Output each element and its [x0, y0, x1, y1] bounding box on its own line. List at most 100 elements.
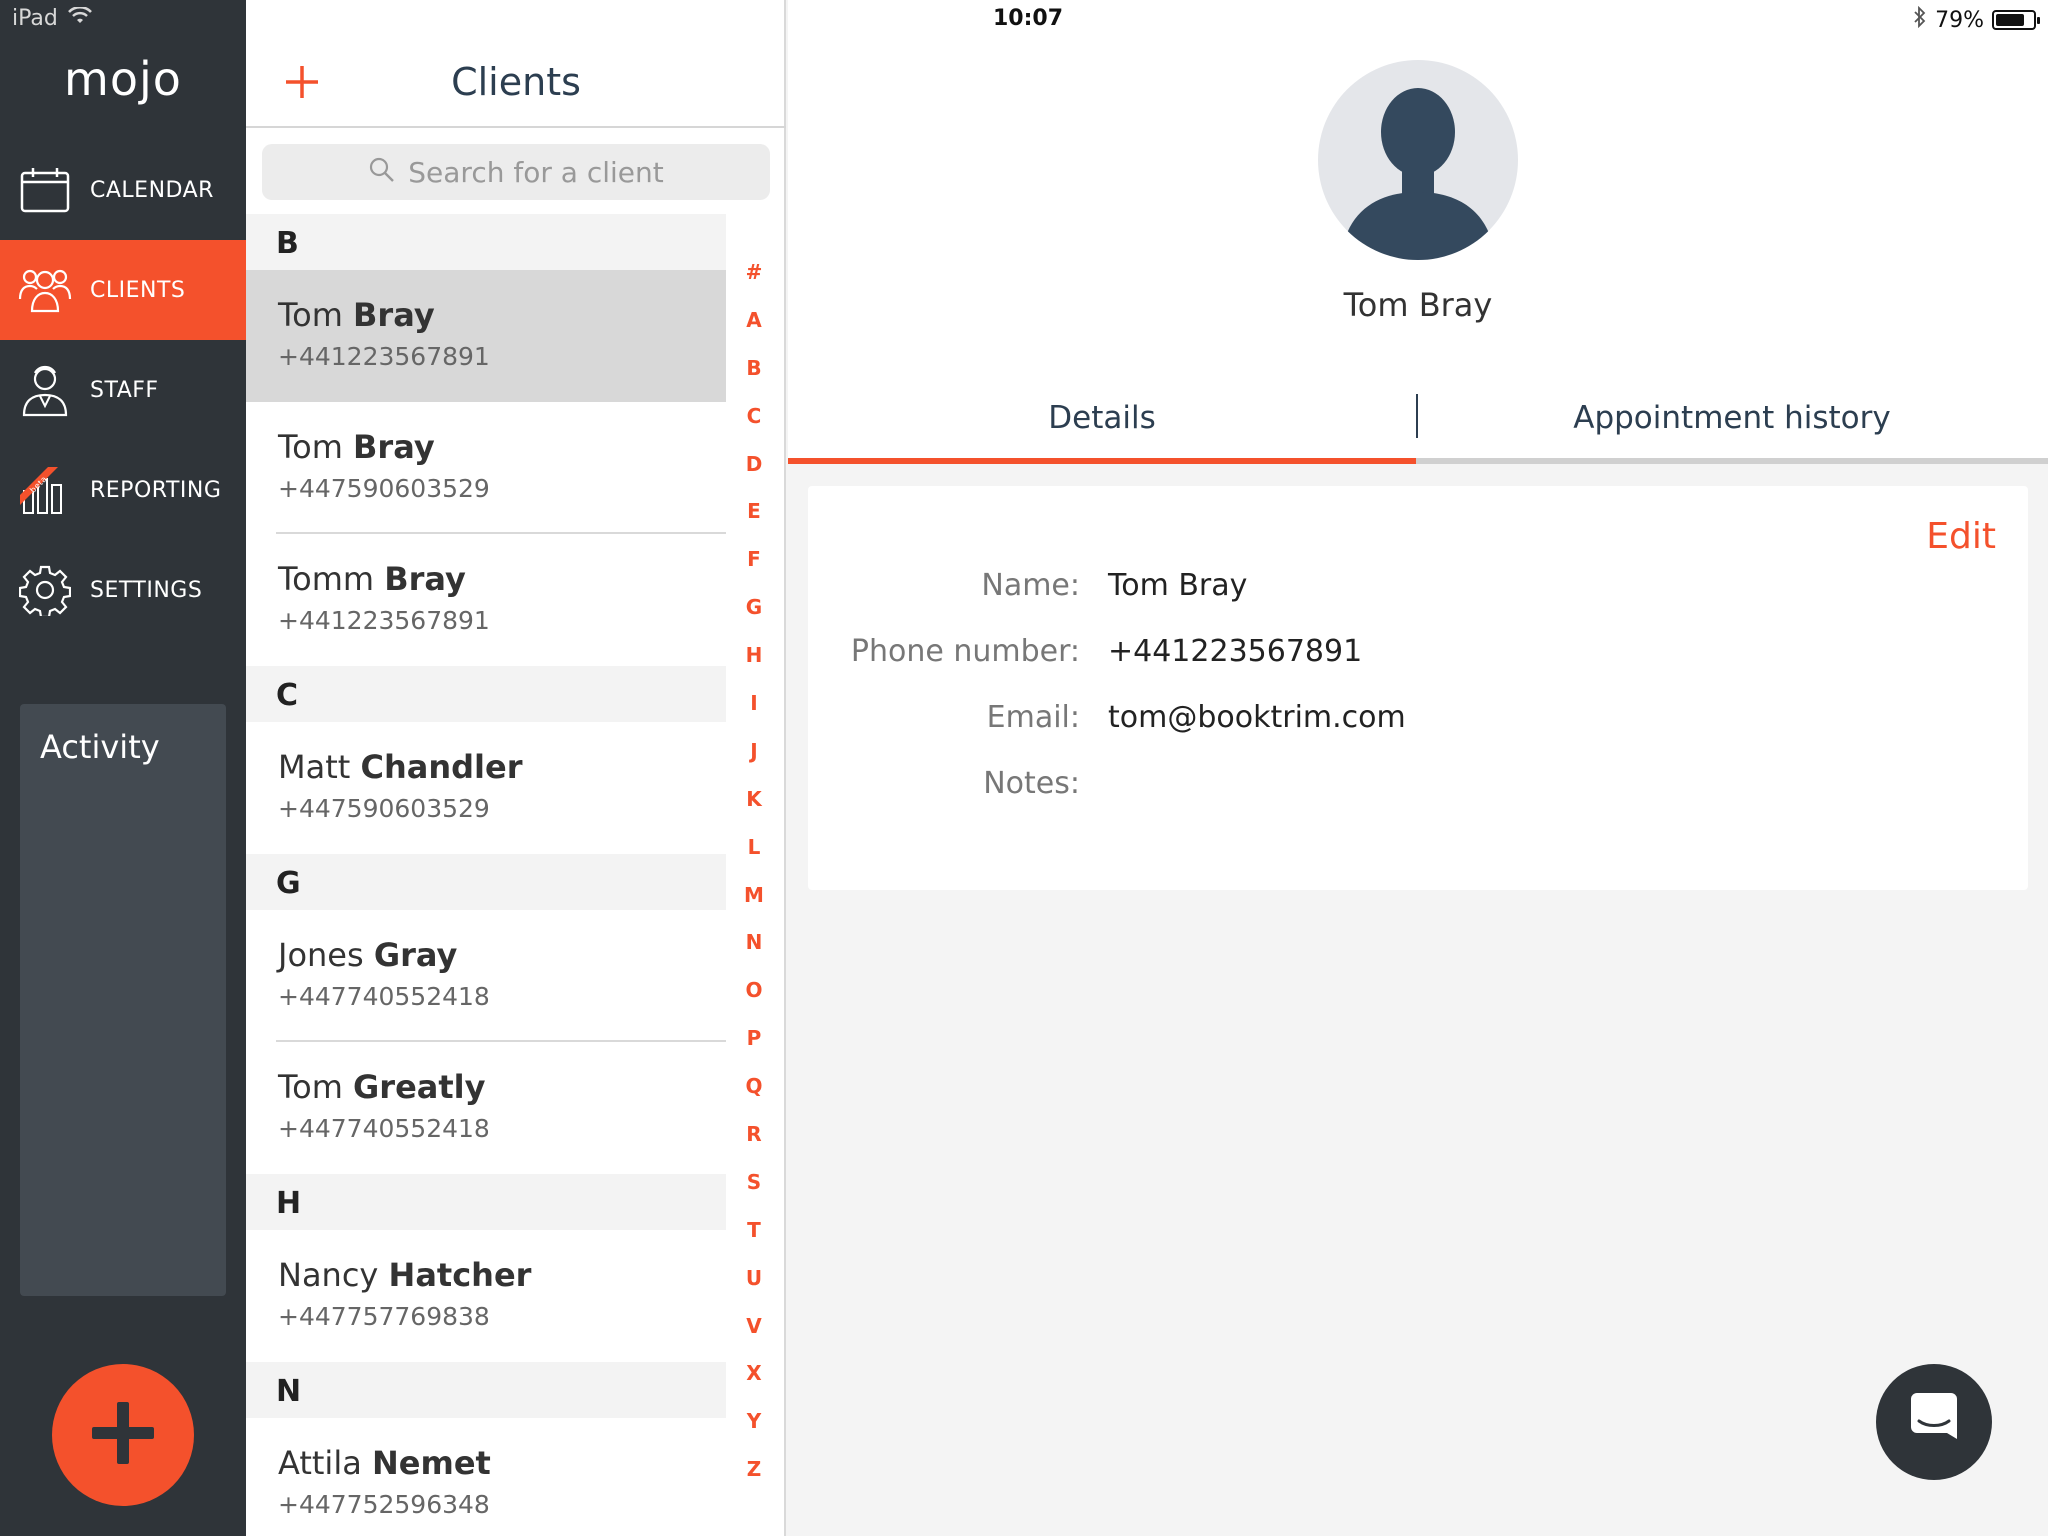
sidebar-item-label: STAFF	[90, 377, 159, 403]
activity-panel: Activity	[20, 704, 226, 1296]
battery-level	[1996, 14, 2025, 26]
alphabet-index-letter[interactable]: U	[742, 1266, 766, 1314]
detail-header: Tom Bray Details Appointment history	[788, 0, 2048, 464]
alphabet-index-letter[interactable]: G	[742, 595, 766, 643]
list-item[interactable]: Tom Bray +447590603529	[246, 402, 726, 534]
section-header: G	[246, 854, 726, 910]
calendar-icon	[18, 163, 72, 217]
chat-icon	[1905, 1391, 1963, 1453]
client-phone: +441223567891	[278, 606, 490, 635]
client-last-name: Bray	[353, 428, 435, 466]
sidebar-item-reporting[interactable]: beta REPORTING	[0, 440, 246, 540]
alphabet-index-letter[interactable]: L	[742, 835, 766, 883]
client-phone: +447590603529	[278, 474, 490, 503]
sidebar-item-settings[interactable]: SETTINGS	[0, 540, 246, 640]
section-header: B	[246, 214, 726, 270]
list-item[interactable]: Jones Gray +447740552418	[246, 910, 726, 1042]
alphabet-index-letter[interactable]: #	[742, 260, 766, 308]
client-last-name: Chandler	[360, 748, 523, 786]
alphabet-index-letter[interactable]: Z	[742, 1457, 766, 1505]
alphabet-index-letter[interactable]: D	[742, 452, 766, 500]
client-first-name: Tom	[278, 296, 343, 334]
chat-button[interactable]	[1876, 1364, 1992, 1480]
list-item[interactable]: Attila Nemet +447752596348	[246, 1418, 726, 1536]
alphabet-index-letter[interactable]: X	[742, 1361, 766, 1409]
list-item[interactable]: Tom Bray +441223567891	[246, 270, 726, 402]
client-list-panel: Clients Search for a client B Tom Bray +…	[246, 0, 786, 1536]
alphabet-index-letter[interactable]: Y	[742, 1409, 766, 1457]
alphabet-index-letter[interactable]: C	[742, 404, 766, 452]
battery-percent: 79%	[1935, 7, 1984, 33]
alphabet-index-letter[interactable]: B	[742, 356, 766, 404]
name-label: Name:	[981, 568, 1080, 603]
gear-icon	[18, 563, 72, 617]
alphabet-index[interactable]: # A B C D E F G H I J K L M N O P Q R S T U V X Y Z	[742, 260, 766, 1505]
alphabet-index-letter[interactable]: O	[742, 978, 766, 1026]
client-phone: +447740552418	[278, 982, 490, 1011]
client-first-name: Tom	[278, 428, 343, 466]
list-header: Clients	[246, 40, 786, 128]
notes-label: Notes:	[983, 766, 1080, 801]
sidebar-item-calendar[interactable]: CALENDAR	[0, 140, 246, 240]
alphabet-index-letter[interactable]: F	[742, 547, 766, 595]
list-item[interactable]: Tomm Bray +441223567891	[246, 534, 726, 666]
tab-details[interactable]: Details	[788, 390, 1416, 464]
sidebar-item-label: CALENDAR	[90, 177, 214, 203]
alphabet-index-letter[interactable]: H	[742, 643, 766, 691]
activity-title: Activity	[40, 728, 160, 766]
battery-icon	[1992, 10, 2040, 30]
name-value: Tom Bray	[1108, 568, 1248, 603]
alphabet-index-letter[interactable]: P	[742, 1026, 766, 1074]
client-phone: +441223567891	[278, 342, 490, 371]
client-phone: +447590603529	[278, 794, 490, 823]
client-last-name: Greatly	[353, 1068, 486, 1106]
app-logo: mojo	[64, 52, 182, 106]
section-header: C	[246, 666, 726, 722]
sidebar-item-clients[interactable]: CLIENTS	[0, 240, 246, 340]
alphabet-index-letter[interactable]: V	[742, 1314, 766, 1362]
alphabet-index-letter[interactable]: Q	[742, 1074, 766, 1122]
client-first-name: Matt	[278, 748, 351, 786]
tab-underline	[1416, 458, 2048, 464]
alphabet-index-letter[interactable]: A	[742, 308, 766, 356]
details-card: Edit Name: Tom Bray Phone number: +44122…	[808, 486, 2028, 890]
sidebar-item-label: REPORTING	[90, 477, 222, 503]
client-phone: +447757769838	[278, 1302, 490, 1331]
sidebar: mojo CALENDAR CLIENTS STAFF beta REPORTI…	[0, 0, 246, 1536]
status-time: 10:07	[992, 6, 1064, 31]
alphabet-index-letter[interactable]: N	[742, 930, 766, 978]
client-last-name: Bray	[353, 296, 435, 334]
edit-button[interactable]: Edit	[1926, 516, 1996, 557]
search-placeholder: Search for a client	[408, 155, 664, 189]
clients-icon	[18, 263, 72, 317]
client-last-name: Bray	[384, 560, 466, 598]
list-item[interactable]: Nancy Hatcher +447757769838	[246, 1230, 726, 1362]
email-label: Email:	[986, 700, 1080, 735]
alphabet-index-letter[interactable]: T	[742, 1218, 766, 1266]
sidebar-item-label: CLIENTS	[90, 277, 186, 303]
add-button[interactable]	[52, 1364, 194, 1506]
client-first-name: Attila	[278, 1444, 362, 1482]
status-bar: iPad 10:07 79%	[0, 0, 2048, 40]
section-header: N	[246, 1362, 726, 1418]
alphabet-index-letter[interactable]: E	[742, 499, 766, 547]
list-item[interactable]: Matt Chandler +447590603529	[246, 722, 726, 854]
tab-appointment-history[interactable]: Appointment history	[1416, 390, 2048, 464]
client-first-name: Tom	[278, 1068, 343, 1106]
sidebar-item-label: SETTINGS	[90, 577, 203, 603]
client-last-name: Hatcher	[388, 1256, 532, 1294]
alphabet-index-letter[interactable]: R	[742, 1122, 766, 1170]
alphabet-index-letter[interactable]: S	[742, 1170, 766, 1218]
alphabet-index-letter[interactable]: K	[742, 787, 766, 835]
alphabet-index-letter[interactable]: M	[742, 883, 766, 931]
client-first-name: Nancy	[278, 1256, 379, 1294]
alphabet-index-letter[interactable]: J	[742, 739, 766, 787]
alphabet-index-letter[interactable]: I	[742, 691, 766, 739]
person-silhouette-icon	[1344, 88, 1492, 260]
plus-icon	[88, 1398, 158, 1472]
search-input[interactable]: Search for a client	[262, 144, 770, 200]
sidebar-item-staff[interactable]: STAFF	[0, 340, 246, 440]
list-item[interactable]: Tom Greatly +447740552418	[246, 1042, 726, 1174]
client-last-name: Nemet	[371, 1444, 491, 1482]
email-value: tom@booktrim.com	[1108, 700, 1406, 735]
